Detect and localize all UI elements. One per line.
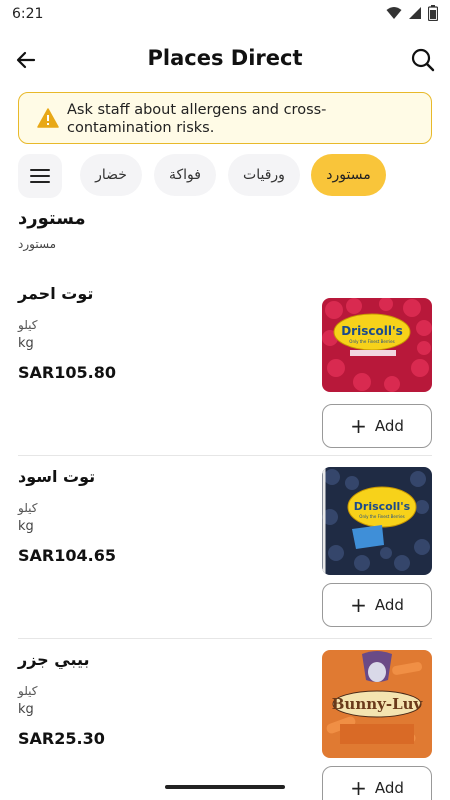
svg-text:Driscoll's: Driscoll's: [341, 324, 403, 338]
warning-icon: [37, 108, 59, 128]
search-button[interactable]: [408, 45, 438, 75]
svg-text:Only the Finest Berries: Only the Finest Berries: [349, 339, 394, 344]
product-price: SAR105.80: [18, 363, 116, 382]
add-button[interactable]: + Add: [322, 583, 432, 627]
allergen-notice: Ask staff about allergens and cross-cont…: [18, 92, 432, 144]
section-title: مستورد: [18, 208, 86, 229]
product-price: SAR25.30: [18, 729, 105, 748]
add-button-label: Add: [374, 417, 404, 435]
divider: [18, 455, 432, 456]
app-bar: Places Direct: [0, 36, 450, 84]
allergen-notice-text: Ask staff about allergens and cross-cont…: [67, 102, 327, 136]
category-chip-imported[interactable]: مستورد: [311, 154, 386, 196]
status-time: 6:21: [12, 6, 44, 22]
cellular-signal-icon: [409, 7, 421, 19]
product-name: توت احمر: [18, 284, 94, 303]
product-unit-arabic: كيلو: [18, 684, 38, 698]
menu-icon: [30, 169, 50, 183]
product-unit-arabic: كيلو: [18, 501, 38, 515]
product-unit-arabic: كيلو: [18, 318, 38, 332]
wifi-icon: [386, 7, 402, 19]
divider: [18, 638, 432, 639]
product-name: توت اسود: [18, 467, 96, 486]
product-card[interactable]: توت احمر كيلو kg SAR105.80 Driscoll's On…: [18, 284, 432, 454]
add-button[interactable]: + Add: [322, 404, 432, 448]
category-chip-fruits[interactable]: فواكة: [154, 154, 216, 196]
raspberries-image[interactable]: Driscoll's Only the Finest Berries: [322, 298, 432, 392]
product-card[interactable]: بيبي جزر كيلو kg SAR25.30 Bunny-Luv + Ad…: [18, 650, 432, 800]
blueberries-image[interactable]: Driscoll's Only the Finest Berries: [322, 467, 432, 575]
category-menu-button[interactable]: [18, 154, 62, 198]
add-button-label: Add: [374, 779, 404, 797]
page-title: Places Direct: [147, 46, 303, 70]
product-card[interactable]: توت اسود كيلو kg SAR104.65 Driscoll's On…: [18, 467, 432, 637]
plus-icon: +: [350, 414, 367, 438]
product-unit: kg: [18, 702, 34, 717]
svg-text:Driscoll's: Driscoll's: [354, 500, 411, 513]
category-chips: خضار فواكة ورقيات مستورد: [18, 152, 432, 198]
category-chip-leafy[interactable]: ورقيات: [228, 154, 300, 196]
product-unit: kg: [18, 336, 34, 351]
status-icons: [386, 5, 438, 21]
add-button[interactable]: + Add: [322, 766, 432, 800]
product-name: بيبي جزر: [18, 650, 90, 669]
plus-icon: +: [350, 593, 367, 617]
baby-carrots-image[interactable]: Bunny-Luv: [322, 650, 432, 758]
plus-icon: +: [350, 776, 367, 800]
status-bar: 6:21: [0, 0, 450, 28]
svg-text:Only the Finest Berries: Only the Finest Berries: [359, 514, 404, 519]
battery-icon: [428, 5, 438, 21]
search-icon: [411, 48, 435, 72]
section-subtitle: مستورد: [18, 237, 57, 251]
home-indicator[interactable]: [165, 785, 285, 789]
svg-text:Bunny-Luv: Bunny-Luv: [332, 695, 424, 713]
product-unit: kg: [18, 519, 34, 534]
category-chip-vegetables[interactable]: خضار: [80, 154, 142, 196]
product-price: SAR104.65: [18, 546, 116, 565]
add-button-label: Add: [374, 596, 404, 614]
